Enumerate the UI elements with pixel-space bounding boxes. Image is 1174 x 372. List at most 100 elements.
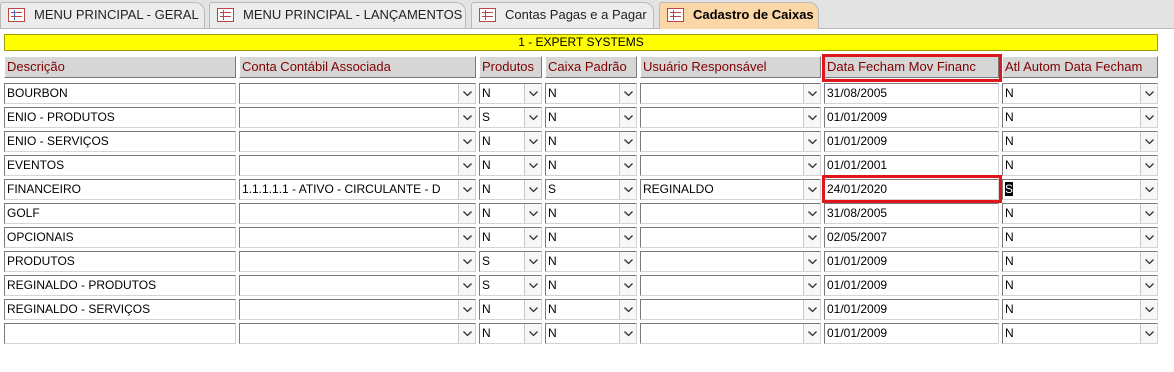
conta-contabil-combo[interactable] [239, 83, 476, 104]
chevron-down-icon[interactable] [458, 156, 475, 175]
usuario-responsavel-combo[interactable] [640, 227, 821, 248]
tab-menu-principal-lancamentos[interactable]: MENU PRINCIPAL - LANÇAMENTOS [209, 2, 466, 28]
descricao-field[interactable]: REGINALDO - SERVIÇOS [4, 299, 236, 320]
descricao-field[interactable]: REGINALDO - PRODUTOS [4, 275, 236, 296]
chevron-down-icon[interactable] [458, 180, 475, 199]
chevron-down-icon[interactable] [458, 252, 475, 271]
chevron-down-icon[interactable] [524, 132, 541, 151]
caixa-padrao-combo[interactable]: N [545, 299, 637, 320]
caixa-padrao-combo[interactable]: N [545, 251, 637, 272]
produtos-combo[interactable]: S [479, 107, 542, 128]
conta-contabil-combo[interactable] [239, 227, 476, 248]
chevron-down-icon[interactable] [458, 132, 475, 151]
descricao-field[interactable]: ENIO - SERVIÇOS [4, 131, 236, 152]
descricao-field[interactable]: PRODUTOS [4, 251, 236, 272]
produtos-combo[interactable]: N [479, 203, 542, 224]
usuario-responsavel-combo[interactable]: REGINALDO [640, 179, 821, 200]
chevron-down-icon[interactable] [619, 204, 636, 223]
chevron-down-icon[interactable] [458, 204, 475, 223]
tab-cadastro-de-caixas[interactable]: Cadastro de Caixas [659, 2, 819, 29]
produtos-combo[interactable]: N [479, 83, 542, 104]
data-fecham-field[interactable]: 01/01/2009 [824, 131, 999, 152]
chevron-down-icon[interactable] [524, 324, 541, 343]
chevron-down-icon[interactable] [803, 132, 820, 151]
chevron-down-icon[interactable] [619, 324, 636, 343]
atl-autom-combo[interactable]: N [1002, 131, 1158, 152]
data-fecham-field[interactable]: 01/01/2009 [824, 299, 999, 320]
conta-contabil-combo[interactable] [239, 203, 476, 224]
chevron-down-icon[interactable] [1140, 84, 1157, 103]
chevron-down-icon[interactable] [1140, 228, 1157, 247]
conta-contabil-combo[interactable] [239, 251, 476, 272]
chevron-down-icon[interactable] [458, 84, 475, 103]
chevron-down-icon[interactable] [1140, 252, 1157, 271]
data-fecham-field[interactable]: 31/08/2005 [824, 203, 999, 224]
chevron-down-icon[interactable] [803, 228, 820, 247]
caixa-padrao-combo[interactable]: N [545, 275, 637, 296]
usuario-responsavel-combo[interactable] [640, 299, 821, 320]
chevron-down-icon[interactable] [803, 156, 820, 175]
chevron-down-icon[interactable] [803, 324, 820, 343]
chevron-down-icon[interactable] [1140, 276, 1157, 295]
chevron-down-icon[interactable] [458, 228, 475, 247]
descricao-field[interactable]: GOLF [4, 203, 236, 224]
descricao-field[interactable]: BOURBON [4, 83, 236, 104]
chevron-down-icon[interactable] [458, 300, 475, 319]
tab-contas-pagas[interactable]: Contas Pagas e a Pagar [471, 2, 654, 28]
usuario-responsavel-combo[interactable] [640, 131, 821, 152]
atl-autom-combo[interactable]: N [1002, 323, 1158, 344]
caixa-padrao-combo[interactable]: N [545, 107, 637, 128]
chevron-down-icon[interactable] [1140, 324, 1157, 343]
chevron-down-icon[interactable] [619, 228, 636, 247]
data-fecham-field[interactable]: 01/01/2009 [824, 275, 999, 296]
conta-contabil-combo[interactable] [239, 131, 476, 152]
descricao-field[interactable]: EVENTOS [4, 155, 236, 176]
caixa-padrao-combo[interactable]: N [545, 203, 637, 224]
data-fecham-field[interactable]: 01/01/2009 [824, 251, 999, 272]
produtos-combo[interactable]: N [479, 227, 542, 248]
chevron-down-icon[interactable] [803, 300, 820, 319]
descricao-field[interactable]: ENIO - PRODUTOS [4, 107, 236, 128]
chevron-down-icon[interactable] [619, 276, 636, 295]
usuario-responsavel-combo[interactable] [640, 203, 821, 224]
chevron-down-icon[interactable] [803, 180, 820, 199]
chevron-down-icon[interactable] [524, 252, 541, 271]
usuario-responsavel-combo[interactable] [640, 107, 821, 128]
chevron-down-icon[interactable] [619, 300, 636, 319]
data-fecham-field[interactable]: 24/01/2020 [824, 179, 999, 200]
produtos-combo[interactable]: N [479, 179, 542, 200]
chevron-down-icon[interactable] [524, 300, 541, 319]
conta-contabil-combo[interactable] [239, 275, 476, 296]
produtos-combo[interactable]: S [479, 251, 542, 272]
chevron-down-icon[interactable] [619, 180, 636, 199]
atl-autom-combo[interactable]: N [1002, 203, 1158, 224]
caixa-padrao-combo[interactable]: N [545, 323, 637, 344]
caixa-padrao-combo[interactable]: S [545, 179, 637, 200]
chevron-down-icon[interactable] [619, 108, 636, 127]
usuario-responsavel-combo[interactable] [640, 83, 821, 104]
chevron-down-icon[interactable] [1140, 132, 1157, 151]
chevron-down-icon[interactable] [619, 84, 636, 103]
conta-contabil-combo[interactable] [239, 107, 476, 128]
conta-contabil-combo[interactable] [239, 323, 476, 344]
chevron-down-icon[interactable] [1140, 180, 1157, 199]
conta-contabil-combo[interactable] [239, 155, 476, 176]
chevron-down-icon[interactable] [619, 132, 636, 151]
data-fecham-field[interactable]: 31/08/2005 [824, 83, 999, 104]
usuario-responsavel-combo[interactable] [640, 323, 821, 344]
usuario-responsavel-combo[interactable] [640, 275, 821, 296]
descricao-field[interactable]: FINANCEIRO [4, 179, 236, 200]
data-fecham-field[interactable]: 01/01/2009 [824, 323, 999, 344]
atl-autom-combo[interactable]: N [1002, 299, 1158, 320]
atl-autom-combo[interactable]: N [1002, 155, 1158, 176]
chevron-down-icon[interactable] [458, 108, 475, 127]
atl-autom-combo[interactable]: N [1002, 275, 1158, 296]
produtos-combo[interactable]: S [479, 275, 542, 296]
caixa-padrao-combo[interactable]: N [545, 83, 637, 104]
chevron-down-icon[interactable] [524, 156, 541, 175]
chevron-down-icon[interactable] [1140, 300, 1157, 319]
chevron-down-icon[interactable] [619, 252, 636, 271]
chevron-down-icon[interactable] [1140, 108, 1157, 127]
produtos-combo[interactable]: N [479, 131, 542, 152]
data-fecham-field[interactable]: 01/01/2001 [824, 155, 999, 176]
